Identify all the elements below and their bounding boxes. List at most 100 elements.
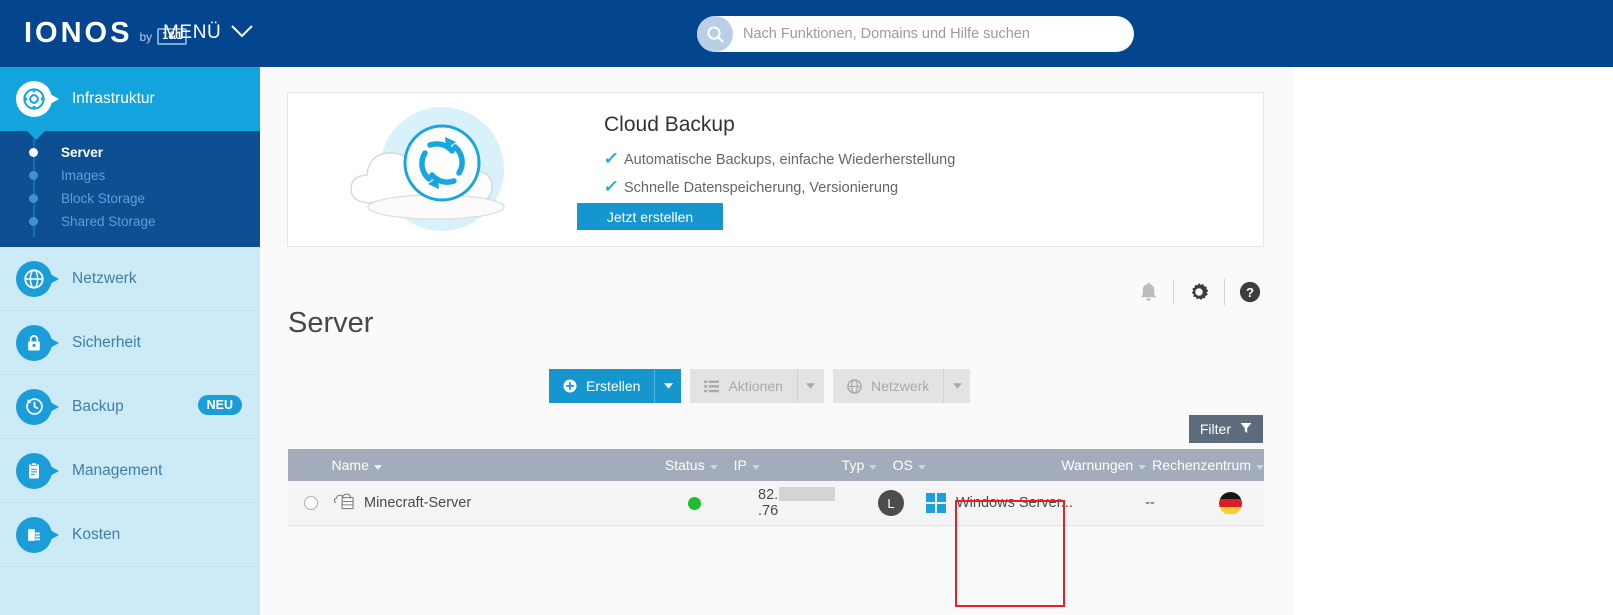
create-backup-button[interactable]: Jetzt erstellen (577, 203, 723, 230)
check-icon: ✓ (602, 177, 626, 197)
sort-caret-icon (918, 457, 926, 473)
lock-icon (16, 325, 52, 361)
sidebar-submenu-infrastruktur: Server Images Block Storage Shared Stora… (0, 131, 260, 247)
bullet-icon (29, 194, 38, 203)
row-status-cell (642, 497, 746, 510)
help-icon[interactable]: ? (1237, 279, 1263, 305)
search-input[interactable] (733, 26, 1134, 42)
search-icon (697, 16, 733, 52)
table-header-name[interactable]: Name (332, 457, 623, 473)
table-header-rechenzentrum[interactable]: Rechenzentrum (1148, 457, 1264, 473)
submenu-pointer-icon (26, 130, 46, 140)
row-rechenzentrum-cell (1196, 492, 1264, 515)
sidebar-subitem-label: Server (61, 145, 103, 160)
sort-caret-icon (1138, 457, 1146, 473)
menu-label: MENÜ (163, 22, 221, 44)
column-label: IP (734, 457, 747, 473)
row-os-cell: Windows Server... (926, 493, 1104, 513)
server-icon (334, 493, 355, 514)
warnings-value: -- (1145, 495, 1155, 511)
sidebar-item-label: Sicherheit (72, 334, 141, 352)
action-button-row: Erstellen Aktionen (549, 369, 979, 403)
network-icon (847, 379, 862, 394)
promo-bullet-text: Automatische Backups, einfache Wiederher… (624, 152, 955, 168)
sort-caret-icon (752, 457, 760, 473)
create-dropdown-toggle[interactable] (654, 369, 681, 403)
bullet-icon (29, 217, 38, 226)
sidebar: Infrastruktur Server Images Block Storag… (0, 67, 260, 615)
row-radio-button[interactable] (304, 496, 318, 510)
chevron-down-icon (664, 383, 673, 389)
filter-button[interactable]: Filter (1189, 415, 1263, 443)
sidebar-subitem-shared-storage[interactable]: Shared Storage (0, 210, 260, 233)
sidebar-item-label: Backup (72, 398, 124, 416)
sidebar-item-label: Management (72, 462, 162, 480)
network-button-group: Netzwerk (833, 369, 970, 403)
funnel-icon (1240, 421, 1252, 437)
server-type-badge: L (878, 490, 904, 516)
table-row[interactable]: Minecraft-Server 82..76 L Windows Server… (288, 481, 1264, 526)
sort-caret-icon (710, 457, 718, 473)
create-button-label: Erstellen (586, 378, 640, 394)
divider (1173, 279, 1174, 305)
sort-caret-icon (1256, 457, 1264, 473)
column-label: OS (893, 457, 913, 473)
os-name: Windows Server... (956, 495, 1073, 511)
sort-caret-icon (869, 457, 877, 473)
sidebar-item-label: Infrastruktur (72, 90, 155, 108)
server-table: Name Status IP (288, 449, 1264, 526)
row-select-cell (288, 496, 334, 510)
sidebar-item-netzwerk[interactable]: Netzwerk (0, 247, 260, 311)
row-name-cell: Minecraft-Server (334, 493, 642, 514)
bell-icon[interactable] (1135, 279, 1161, 305)
network-button-label: Netzwerk (871, 378, 929, 394)
column-label: Name (332, 457, 369, 473)
sidebar-item-management[interactable]: Management (0, 439, 260, 503)
table-header-ip[interactable]: IP (722, 457, 827, 473)
column-label: Typ (842, 457, 865, 473)
global-search[interactable] (697, 16, 1134, 52)
sort-caret-icon (374, 457, 382, 473)
actions-button-label: Aktionen (728, 378, 782, 394)
chevron-down-icon (231, 25, 253, 41)
main-content: Cloud Backup ✓ Automatische Backups, einf… (260, 67, 1293, 615)
actions-button-group: Aktionen (690, 369, 823, 403)
actions-button[interactable]: Aktionen (690, 369, 796, 403)
bullet-icon (29, 171, 38, 180)
chevron-down-icon (953, 383, 962, 389)
ionos-cloud-panel: IONOS by 1&1 MENÜ (0, 0, 1613, 615)
flag-germany-icon (1219, 492, 1242, 515)
create-button[interactable]: Erstellen (549, 369, 654, 403)
promo-bullet: ✓Schnelle Datenspeicherung, Versionierun… (604, 177, 898, 197)
column-label: Rechenzentrum (1152, 457, 1251, 473)
logo-by-text: by (139, 30, 152, 44)
sidebar-subitem-block-storage[interactable]: Block Storage (0, 187, 260, 210)
sidebar-item-label: Netzwerk (72, 270, 137, 288)
sidebar-subitem-server[interactable]: Server (0, 141, 260, 164)
actions-dropdown-toggle[interactable] (797, 369, 824, 403)
table-header-typ[interactable]: Typ (826, 457, 892, 473)
sidebar-item-kosten[interactable]: Kosten (0, 503, 260, 567)
sidebar-item-sicherheit[interactable]: Sicherheit (0, 311, 260, 375)
sidebar-subitem-images[interactable]: Images (0, 164, 260, 187)
status-indicator-online (688, 497, 701, 510)
status-badge-neu: NEU (198, 395, 242, 415)
table-header-os[interactable]: OS (893, 457, 1061, 473)
top-navigation-bar: IONOS by 1&1 MENÜ (0, 0, 1613, 67)
sidebar-item-backup[interactable]: Backup NEU (0, 375, 260, 439)
network-dropdown-toggle[interactable] (943, 369, 970, 403)
column-label: Status (665, 457, 705, 473)
table-header-status[interactable]: Status (623, 457, 722, 473)
sidebar-subitem-label: Block Storage (61, 191, 145, 206)
gear-icon[interactable] (1186, 279, 1212, 305)
promo-title: Cloud Backup (604, 113, 735, 137)
sidebar-item-infrastruktur[interactable]: Infrastruktur (0, 67, 260, 131)
table-header-warnungen[interactable]: Warnungen (1061, 457, 1148, 473)
network-button[interactable]: Netzwerk (833, 369, 943, 403)
menu-dropdown-button[interactable]: MENÜ (163, 22, 253, 44)
row-ip-cell: 82..76 (746, 487, 856, 519)
row-warnungen-cell: -- (1104, 495, 1196, 511)
ip-suffix: .76 (758, 503, 778, 519)
cloud-backup-illustration (318, 101, 568, 241)
page-title: Server (288, 307, 373, 340)
